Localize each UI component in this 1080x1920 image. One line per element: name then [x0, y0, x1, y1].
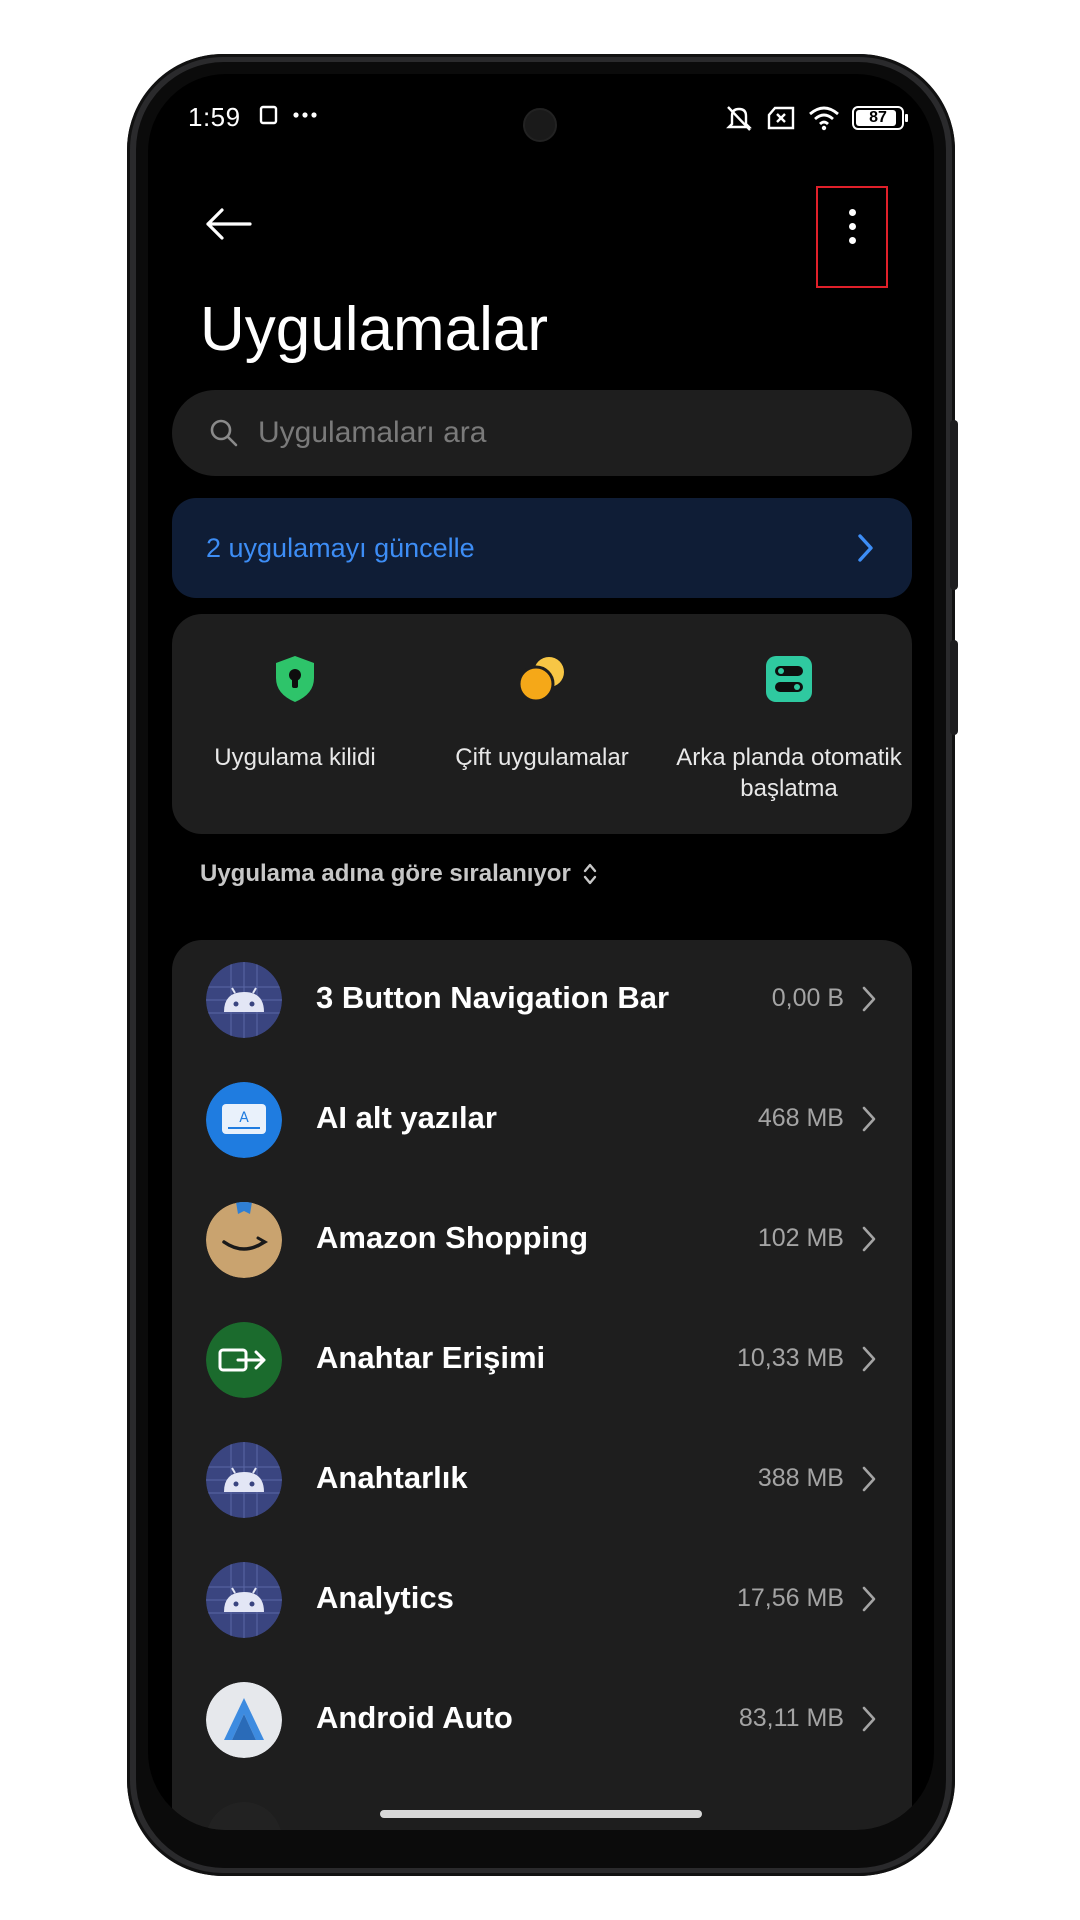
- app-size: 0,00 B: [771, 984, 844, 1012]
- dual-apps-label: Çift uygulamalar: [455, 744, 629, 771]
- chevron-right-icon: [858, 534, 873, 562]
- autostart-label: Arka planda otomatik başlatma: [676, 744, 902, 802]
- app-list: 3 Button Navigation Bar 0,00 B A AI alt …: [172, 940, 912, 1830]
- app-lock-label: Uygulama kilidi: [214, 744, 376, 771]
- android-icon: [206, 962, 282, 1038]
- dual-apps-action[interactable]: Çift uygulamalar: [419, 652, 665, 773]
- more-notifications-icon: [293, 112, 317, 118]
- volume-button: [950, 420, 958, 590]
- chevron-right-icon: [862, 1706, 876, 1732]
- back-button[interactable]: [200, 194, 260, 254]
- more-vert-icon-dot: [849, 237, 856, 244]
- sort-updown-icon: [583, 863, 596, 885]
- app-size: 83,11 MB: [738, 1704, 844, 1732]
- search-icon: [210, 419, 238, 447]
- app-name: AI alt yazılar: [316, 1100, 497, 1135]
- app-name: Analytics: [316, 1580, 454, 1615]
- chevron-right-icon: [862, 1586, 876, 1612]
- app-size: 10,33 MB: [736, 1344, 844, 1372]
- app-size: 17,56 MB: [736, 1584, 844, 1612]
- chevron-right-icon: [862, 1466, 876, 1492]
- search-placeholder: Uygulamaları ara: [258, 416, 487, 449]
- sort-selector[interactable]: Uygulama adına göre sıralanıyor: [200, 860, 597, 888]
- list-item[interactable]: A AI alt yazılar 468 MB: [172, 1060, 912, 1180]
- more-vert-icon-dot: [849, 223, 856, 230]
- list-item[interactable]: Amazon Shopping 102 MB: [172, 1180, 912, 1300]
- svg-text:A: A: [239, 1110, 249, 1126]
- ai-subtitles-icon: A: [206, 1082, 282, 1158]
- search-input[interactable]: Uygulamaları ara: [172, 390, 912, 476]
- wifi-icon: [809, 106, 839, 131]
- list-item[interactable]: Anahtarlık 388 MB: [172, 1420, 912, 1540]
- app-name: Anahtarlık: [316, 1460, 468, 1495]
- sort-label: Uygulama adına göre sıralanıyor: [200, 860, 571, 887]
- list-item[interactable]: 3 Button Navigation Bar 0,00 B: [172, 940, 912, 1060]
- app-size: 388 MB: [757, 1464, 844, 1492]
- status-left-icons: [258, 104, 318, 126]
- amazon-icon: [206, 1202, 282, 1278]
- chevron-right-icon: [862, 1346, 876, 1372]
- page-title: Uygulamalar: [200, 295, 549, 364]
- app-name: Anahtar Erişimi: [316, 1340, 546, 1375]
- update-apps-banner[interactable]: 2 uygulamayı güncelle: [172, 498, 912, 598]
- android-icon: [206, 1562, 282, 1638]
- dual-apps-icon: [517, 657, 564, 703]
- chevron-right-icon: [862, 1106, 876, 1132]
- status-right-icons: 87: [724, 104, 908, 132]
- key-access-icon: [206, 1322, 282, 1398]
- android-auto-icon: [206, 1682, 282, 1758]
- chevron-right-icon: [862, 1226, 876, 1252]
- home-indicator[interactable]: [380, 1810, 702, 1818]
- app-size: 468 MB: [757, 1104, 844, 1132]
- chevron-right-icon: [862, 986, 876, 1012]
- list-item[interactable]: Analytics 17,56 MB: [172, 1540, 912, 1660]
- app-size: 102 MB: [757, 1224, 844, 1252]
- screen: 1:59 87 Uygulamalar Uygulamaları ara 2 u…: [148, 74, 934, 1830]
- battery-icon: 87: [852, 106, 908, 130]
- app-icon-partial: [206, 1802, 282, 1830]
- android-icon: [206, 1442, 282, 1518]
- app-name: Amazon Shopping: [316, 1220, 589, 1255]
- no-sim-icon: [767, 106, 795, 130]
- arrow-left-icon: [206, 208, 252, 240]
- silent-mode-icon: [726, 106, 752, 131]
- battery-level: 87: [869, 109, 887, 126]
- app-name: 3 Button Navigation Bar: [316, 980, 670, 1015]
- autostart-toggle-icon: [766, 656, 812, 702]
- list-item[interactable]: Android Auto 83,11 MB: [172, 1660, 912, 1780]
- app-lock-action[interactable]: Uygulama kilidi: [172, 652, 418, 773]
- front-camera: [523, 108, 557, 142]
- list-item[interactable]: Anahtar Erişimi 10,33 MB: [172, 1300, 912, 1420]
- app-name: Android Auto: [316, 1700, 513, 1735]
- status-bar: 1:59 87: [148, 102, 934, 146]
- autostart-action[interactable]: Arka planda otomatik başlatma: [666, 652, 912, 804]
- screenshot-notification-icon: [259, 105, 278, 125]
- status-time: 1:59: [188, 102, 241, 132]
- update-apps-label: 2 uygulamayı güncelle: [206, 532, 475, 563]
- shield-lock-icon: [276, 656, 314, 702]
- power-button: [950, 640, 958, 735]
- more-options-button[interactable]: [816, 186, 888, 288]
- more-vert-icon: [849, 209, 856, 216]
- list-item-partial[interactable]: [172, 1780, 912, 1830]
- quick-actions-card: Uygulama kilidi Çift uygulamalar Arka pl…: [172, 614, 912, 834]
